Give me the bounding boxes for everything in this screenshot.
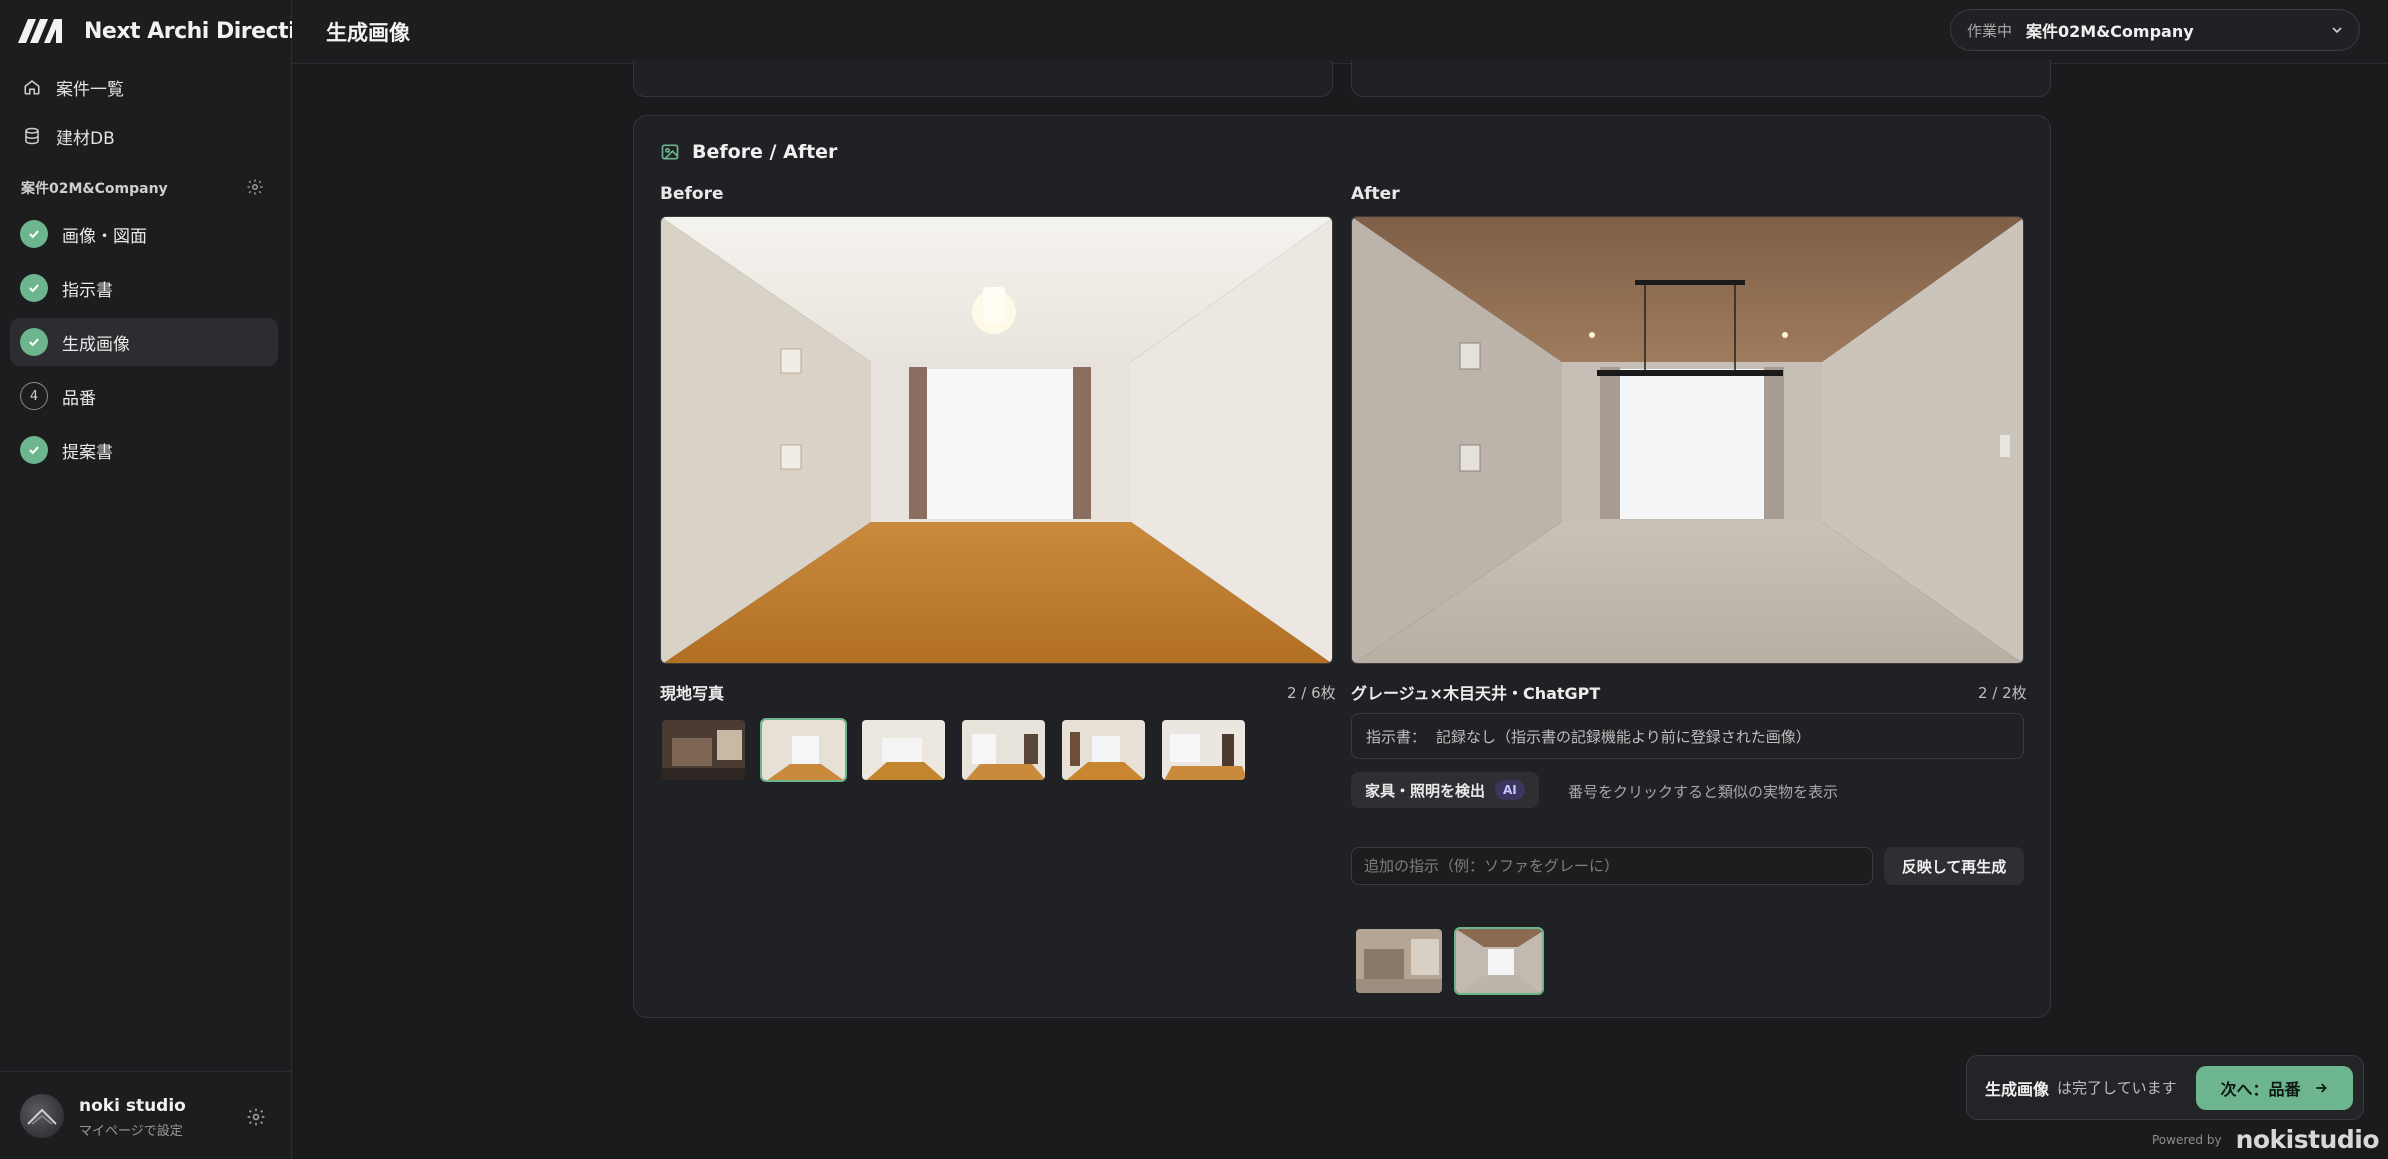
brand-name: Next Archi Direction bbox=[84, 18, 325, 44]
detect-button-label: 家具・照明を検出 bbox=[1365, 781, 1486, 800]
step-label: 指示書 bbox=[62, 280, 113, 301]
next-step-button[interactable]: 次へ：品番 bbox=[2196, 1066, 2353, 1110]
powered-by-label: Powered by bbox=[2152, 1132, 2222, 1147]
avatar[interactable] bbox=[20, 1094, 64, 1138]
before-photo[interactable] bbox=[660, 216, 1333, 664]
powered-by-brand: nokistudio bbox=[2235, 1125, 2380, 1154]
detect-hint: 番号をクリックすると類似の実物を表示 bbox=[1568, 783, 1839, 801]
project-settings-gear-icon[interactable] bbox=[246, 178, 264, 196]
top-header: 生成画像 作業中 案件02M&Company bbox=[292, 0, 2388, 64]
logo-mark-icon bbox=[18, 19, 62, 43]
card-title: Before / After bbox=[660, 141, 837, 163]
nav-item-label: 案件一覧 bbox=[56, 79, 124, 100]
user-subtitle: マイページで設定 bbox=[79, 1124, 183, 1139]
brand-logo[interactable]: Next Archi Direction bbox=[16, 16, 325, 46]
page-title: 生成画像 bbox=[326, 21, 410, 45]
chevron-down-icon bbox=[2329, 22, 2345, 38]
step-part-numbers[interactable]: 4 品番 bbox=[10, 372, 278, 420]
after-label: After bbox=[1351, 184, 1400, 204]
before-thumb-2[interactable] bbox=[760, 718, 847, 782]
regenerate-button[interactable]: 反映して再生成 bbox=[1884, 847, 2024, 885]
step-label: 提案書 bbox=[62, 442, 113, 463]
image-icon bbox=[661, 144, 679, 160]
step-label: 品番 bbox=[62, 388, 96, 409]
check-icon bbox=[20, 436, 48, 464]
after-section-title: グレージュ×木目天井・ChatGPT bbox=[1351, 684, 1601, 703]
after-thumb-2[interactable] bbox=[1454, 927, 1544, 995]
next-button-label: 次へ：品番 bbox=[2220, 1080, 2301, 1099]
step-generated-images[interactable]: 生成画像 bbox=[10, 318, 278, 366]
toast-strong: 生成画像 bbox=[1985, 1079, 2050, 1099]
previous-card-left bbox=[633, 60, 1333, 97]
nav-item-projects[interactable]: 案件一覧 bbox=[10, 65, 278, 109]
before-after-card: Before / After Before 現地写真 2 / 6枚 After … bbox=[633, 115, 2051, 1018]
additional-instruction-input[interactable] bbox=[1351, 847, 1873, 885]
check-icon bbox=[20, 328, 48, 356]
database-icon bbox=[22, 126, 42, 146]
powered-by: Powered by nokistudio bbox=[2152, 1125, 2380, 1154]
sidebar: Next Archi Direction 案件一覧 建材DB 案件02M&Com… bbox=[0, 0, 325, 1159]
workspace-value: 案件02M&Company bbox=[2026, 22, 2194, 41]
instruction-value: 記録なし（指示書の記録機能より前に登録された画像） bbox=[1436, 727, 1811, 746]
arrow-right-icon bbox=[2315, 1083, 2327, 1093]
previous-card-right bbox=[1351, 60, 2051, 97]
ai-badge: AI bbox=[1495, 780, 1525, 800]
before-count: 2 / 6枚 bbox=[1287, 684, 1336, 702]
user-settings-gear-icon[interactable] bbox=[246, 1107, 266, 1127]
after-photo[interactable] bbox=[1351, 216, 2024, 664]
instruction-display: 指示書： 記録なし（指示書の記録機能より前に登録された画像） bbox=[1351, 713, 2024, 759]
detect-furniture-button[interactable]: 家具・照明を検出 AI bbox=[1351, 772, 1539, 808]
step-label: 画像・図面 bbox=[62, 226, 147, 247]
toast-message: は完了しています bbox=[2057, 1079, 2177, 1097]
step-instructions[interactable]: 指示書 bbox=[10, 264, 278, 312]
before-thumb-3[interactable] bbox=[860, 718, 947, 782]
check-icon bbox=[20, 220, 48, 248]
before-thumb-1[interactable] bbox=[660, 718, 747, 782]
project-label: 案件02M&Company bbox=[21, 181, 168, 197]
step-proposal[interactable]: 提案書 bbox=[10, 426, 278, 474]
workspace-label: 作業中 bbox=[1967, 21, 2013, 40]
check-icon bbox=[20, 274, 48, 302]
before-thumb-4[interactable] bbox=[960, 718, 1047, 782]
step-number: 4 bbox=[20, 382, 48, 410]
nav-item-label: 建材DB bbox=[56, 128, 115, 149]
step-images[interactable]: 画像・図面 bbox=[10, 210, 278, 258]
user-name: noki studio bbox=[79, 1096, 186, 1116]
before-section-title: 現地写真 bbox=[660, 684, 725, 703]
step-label: 生成画像 bbox=[62, 334, 130, 355]
instruction-label: 指示書： bbox=[1366, 727, 1427, 746]
before-label: Before bbox=[660, 184, 724, 204]
after-thumb-1[interactable] bbox=[1354, 927, 1444, 995]
before-thumb-6[interactable] bbox=[1160, 718, 1247, 782]
user-panel[interactable]: noki studio マイページで設定 bbox=[0, 1071, 292, 1159]
completion-toast: 生成画像 は完了しています 次へ：品番 bbox=[1966, 1055, 2364, 1120]
nav-item-materials-db[interactable]: 建材DB bbox=[10, 114, 278, 158]
home-icon bbox=[22, 77, 42, 97]
workspace-selector[interactable]: 作業中 案件02M&Company bbox=[1950, 9, 2360, 51]
after-count: 2 / 2枚 bbox=[1978, 684, 2027, 702]
before-thumb-5[interactable] bbox=[1060, 718, 1147, 782]
card-title-text: Before / After bbox=[692, 141, 838, 163]
